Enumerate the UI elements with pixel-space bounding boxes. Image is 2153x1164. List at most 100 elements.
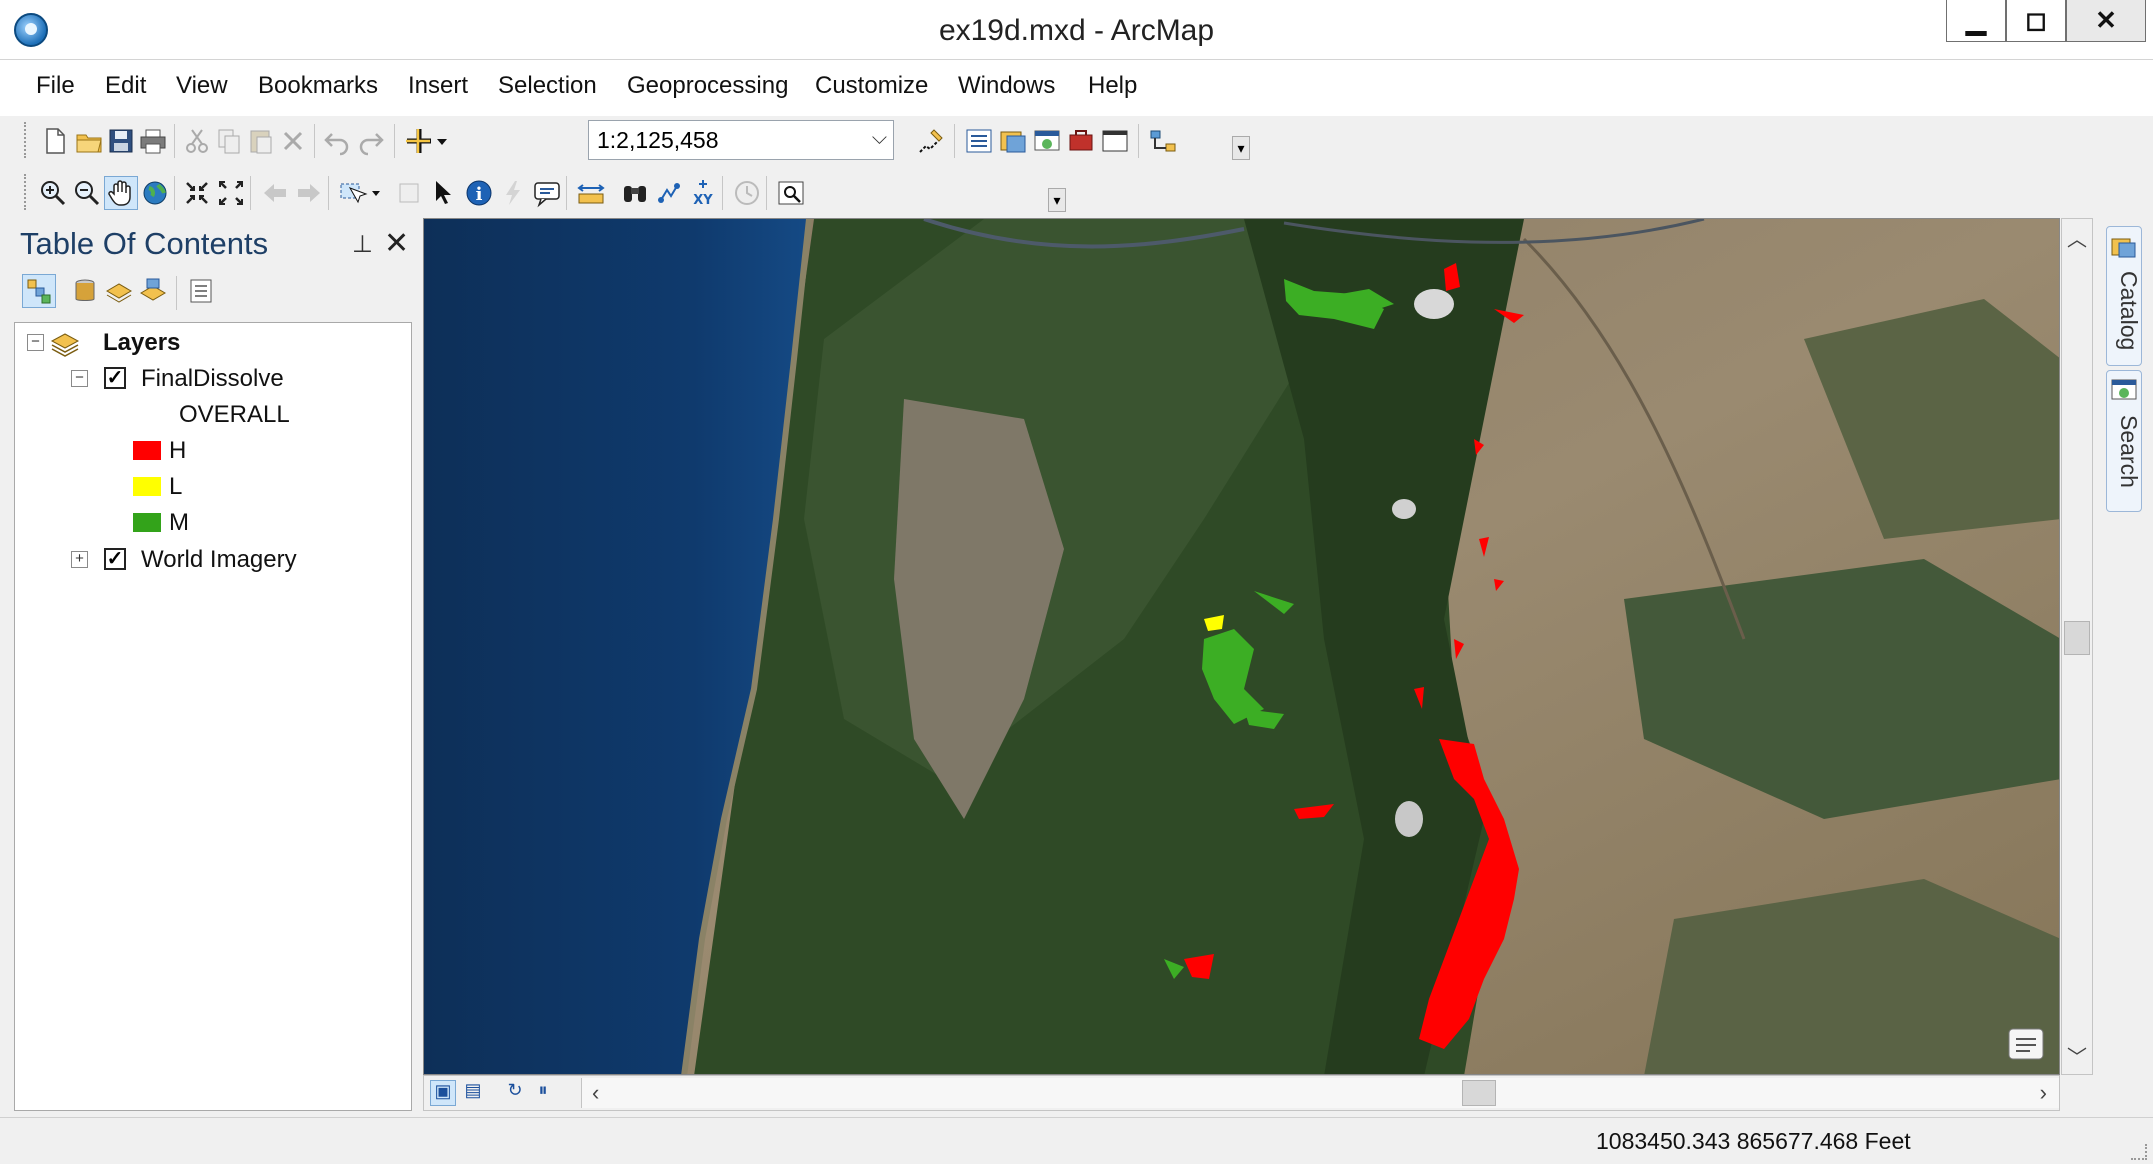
horizontal-scroll-thumb[interactable] <box>1462 1080 1496 1106</box>
select-features-button[interactable] <box>336 176 384 210</box>
menu-selection[interactable]: Selection <box>498 72 597 100</box>
menu-edit[interactable]: Edit <box>105 72 146 100</box>
layer-name[interactable]: World Imagery <box>141 546 297 574</box>
new-document-icon <box>46 128 65 154</box>
layer-name[interactable]: FinalDissolve <box>141 365 284 393</box>
refresh-view-button[interactable]: ↻ <box>502 1080 528 1106</box>
measure-button[interactable] <box>574 176 608 210</box>
fixed-zoom-out-button[interactable] <box>214 176 248 210</box>
delete-button[interactable] <box>276 124 310 158</box>
table-of-contents-button[interactable] <box>962 124 996 158</box>
map-horizontal-scrollbar[interactable]: ‹ › <box>581 1078 2059 1108</box>
close-button[interactable]: ✕ <box>2066 0 2146 42</box>
expand-layer-icon[interactable]: + <box>71 551 88 568</box>
open-button[interactable] <box>72 124 106 158</box>
data-frame-label[interactable]: Layers <box>103 329 180 357</box>
identify-button[interactable]: i <box>462 176 496 210</box>
collapse-layers-icon[interactable]: − <box>27 334 44 351</box>
catalog-tab[interactable]: Catalog <box>2106 226 2142 366</box>
toolbar-grip[interactable] <box>24 174 28 210</box>
select-elements-button[interactable] <box>426 176 460 210</box>
save-button[interactable] <box>104 124 138 158</box>
search-window-button[interactable] <box>1030 124 1064 158</box>
modelbuilder-button[interactable] <box>1146 124 1180 158</box>
toolbar-options-icon[interactable]: ▾ <box>1232 136 1250 160</box>
find-route-button[interactable] <box>652 176 686 210</box>
toolbar-options-icon[interactable]: ▾ <box>1048 188 1066 212</box>
map-scale-value: 1:2,125,458 <box>597 127 719 153</box>
list-by-visibility-button[interactable] <box>102 274 136 308</box>
layer-visibility-checkbox[interactable]: ✓ <box>104 548 126 570</box>
legend-swatch-l[interactable] <box>133 477 161 496</box>
go-back-button[interactable] <box>258 176 292 210</box>
new-document-button[interactable] <box>38 124 72 158</box>
search-tab[interactable]: Search <box>2106 370 2142 512</box>
layer-visibility-checkbox[interactable]: ✓ <box>104 367 126 389</box>
python-window-button[interactable] <box>1098 124 1132 158</box>
toolbar-grip[interactable] <box>24 122 28 158</box>
fixed-zoom-in-button[interactable] <box>180 176 214 210</box>
add-data-button[interactable] <box>402 124 452 158</box>
toc-close-icon[interactable]: ✕ <box>384 226 409 261</box>
create-viewer-window-button[interactable] <box>774 176 808 210</box>
map-vertical-scrollbar[interactable]: ︿ ﹀ <box>2061 218 2093 1075</box>
menu-geoprocessing[interactable]: Geoprocessing <box>627 72 788 100</box>
editor-toolbar-button[interactable] <box>914 124 948 158</box>
scroll-down-icon[interactable]: ﹀ <box>2062 1041 2092 1070</box>
list-by-selection-button[interactable] <box>136 274 170 308</box>
html-popup-button[interactable] <box>530 176 564 210</box>
pin-icon[interactable]: ⊥ <box>352 230 373 259</box>
go-forward-button[interactable] <box>292 176 326 210</box>
clear-selection-button[interactable] <box>392 176 426 210</box>
layout-view-button[interactable]: ▤ <box>460 1080 486 1106</box>
map-scale-dropdown[interactable]: 1:2,125,458 ⌵ <box>588 120 894 160</box>
time-slider-button[interactable] <box>730 176 764 210</box>
zoom-in-button[interactable] <box>36 176 70 210</box>
data-view-button[interactable]: ▣ <box>430 1080 456 1106</box>
menu-insert[interactable]: Insert <box>408 72 468 100</box>
list-by-drawing-order-button[interactable] <box>22 274 56 308</box>
go-to-xy-button[interactable]: XY <box>686 176 720 210</box>
pan-button[interactable] <box>104 176 138 210</box>
menu-customize[interactable]: Customize <box>815 72 928 100</box>
minimize-button[interactable]: ▁ <box>1946 0 2006 42</box>
redo-button[interactable] <box>354 124 388 158</box>
copy-button[interactable] <box>212 124 246 158</box>
menu-windows[interactable]: Windows <box>958 72 1055 100</box>
undo-button[interactable] <box>320 124 354 158</box>
hyperlink-button[interactable] <box>496 176 530 210</box>
find-button[interactable] <box>618 176 652 210</box>
resize-grip-icon[interactable] <box>2131 1144 2147 1160</box>
catalog-tab-label: Catalog <box>2116 271 2142 351</box>
map-display[interactable] <box>423 218 2060 1075</box>
full-extent-button[interactable] <box>138 176 172 210</box>
menu-view[interactable]: View <box>176 72 228 100</box>
zoom-out-button[interactable] <box>70 176 104 210</box>
search-tab-label: Search <box>2116 415 2142 488</box>
xy-icon: XY <box>693 180 713 208</box>
menu-file[interactable]: File <box>36 72 75 100</box>
menu-bookmarks[interactable]: Bookmarks <box>258 72 378 100</box>
pause-drawing-button[interactable]: ⏸ <box>530 1080 556 1106</box>
list-by-source-button[interactable] <box>68 274 102 308</box>
layers-visibility-icon <box>106 283 132 303</box>
legend-swatch-h[interactable] <box>133 441 161 460</box>
vertical-scroll-thumb[interactable] <box>2064 621 2090 655</box>
collapse-layer-icon[interactable]: − <box>71 370 88 387</box>
paste-button[interactable] <box>244 124 278 158</box>
scroll-up-icon[interactable]: ︿ <box>2062 223 2092 252</box>
catalog-window-button[interactable] <box>996 124 1030 158</box>
toc-options-button[interactable] <box>184 274 218 308</box>
print-button[interactable] <box>136 124 170 158</box>
menu-help[interactable]: Help <box>1088 72 1137 100</box>
zoom-in-icon <box>41 181 66 206</box>
scroll-left-icon[interactable]: ‹ <box>592 1080 599 1106</box>
forward-arrow-icon <box>298 184 320 202</box>
legend-swatch-m[interactable] <box>133 513 161 532</box>
maximize-button[interactable]: ◻ <box>2006 0 2066 42</box>
table-of-contents-panel: Table Of Contents ⊥ ✕ − Layers − ✓ Final… <box>14 218 412 1111</box>
scroll-right-icon[interactable]: › <box>2040 1080 2047 1106</box>
cut-button[interactable] <box>180 124 214 158</box>
arctoolbox-button[interactable] <box>1064 124 1098 158</box>
clear-selection-icon <box>399 183 419 203</box>
